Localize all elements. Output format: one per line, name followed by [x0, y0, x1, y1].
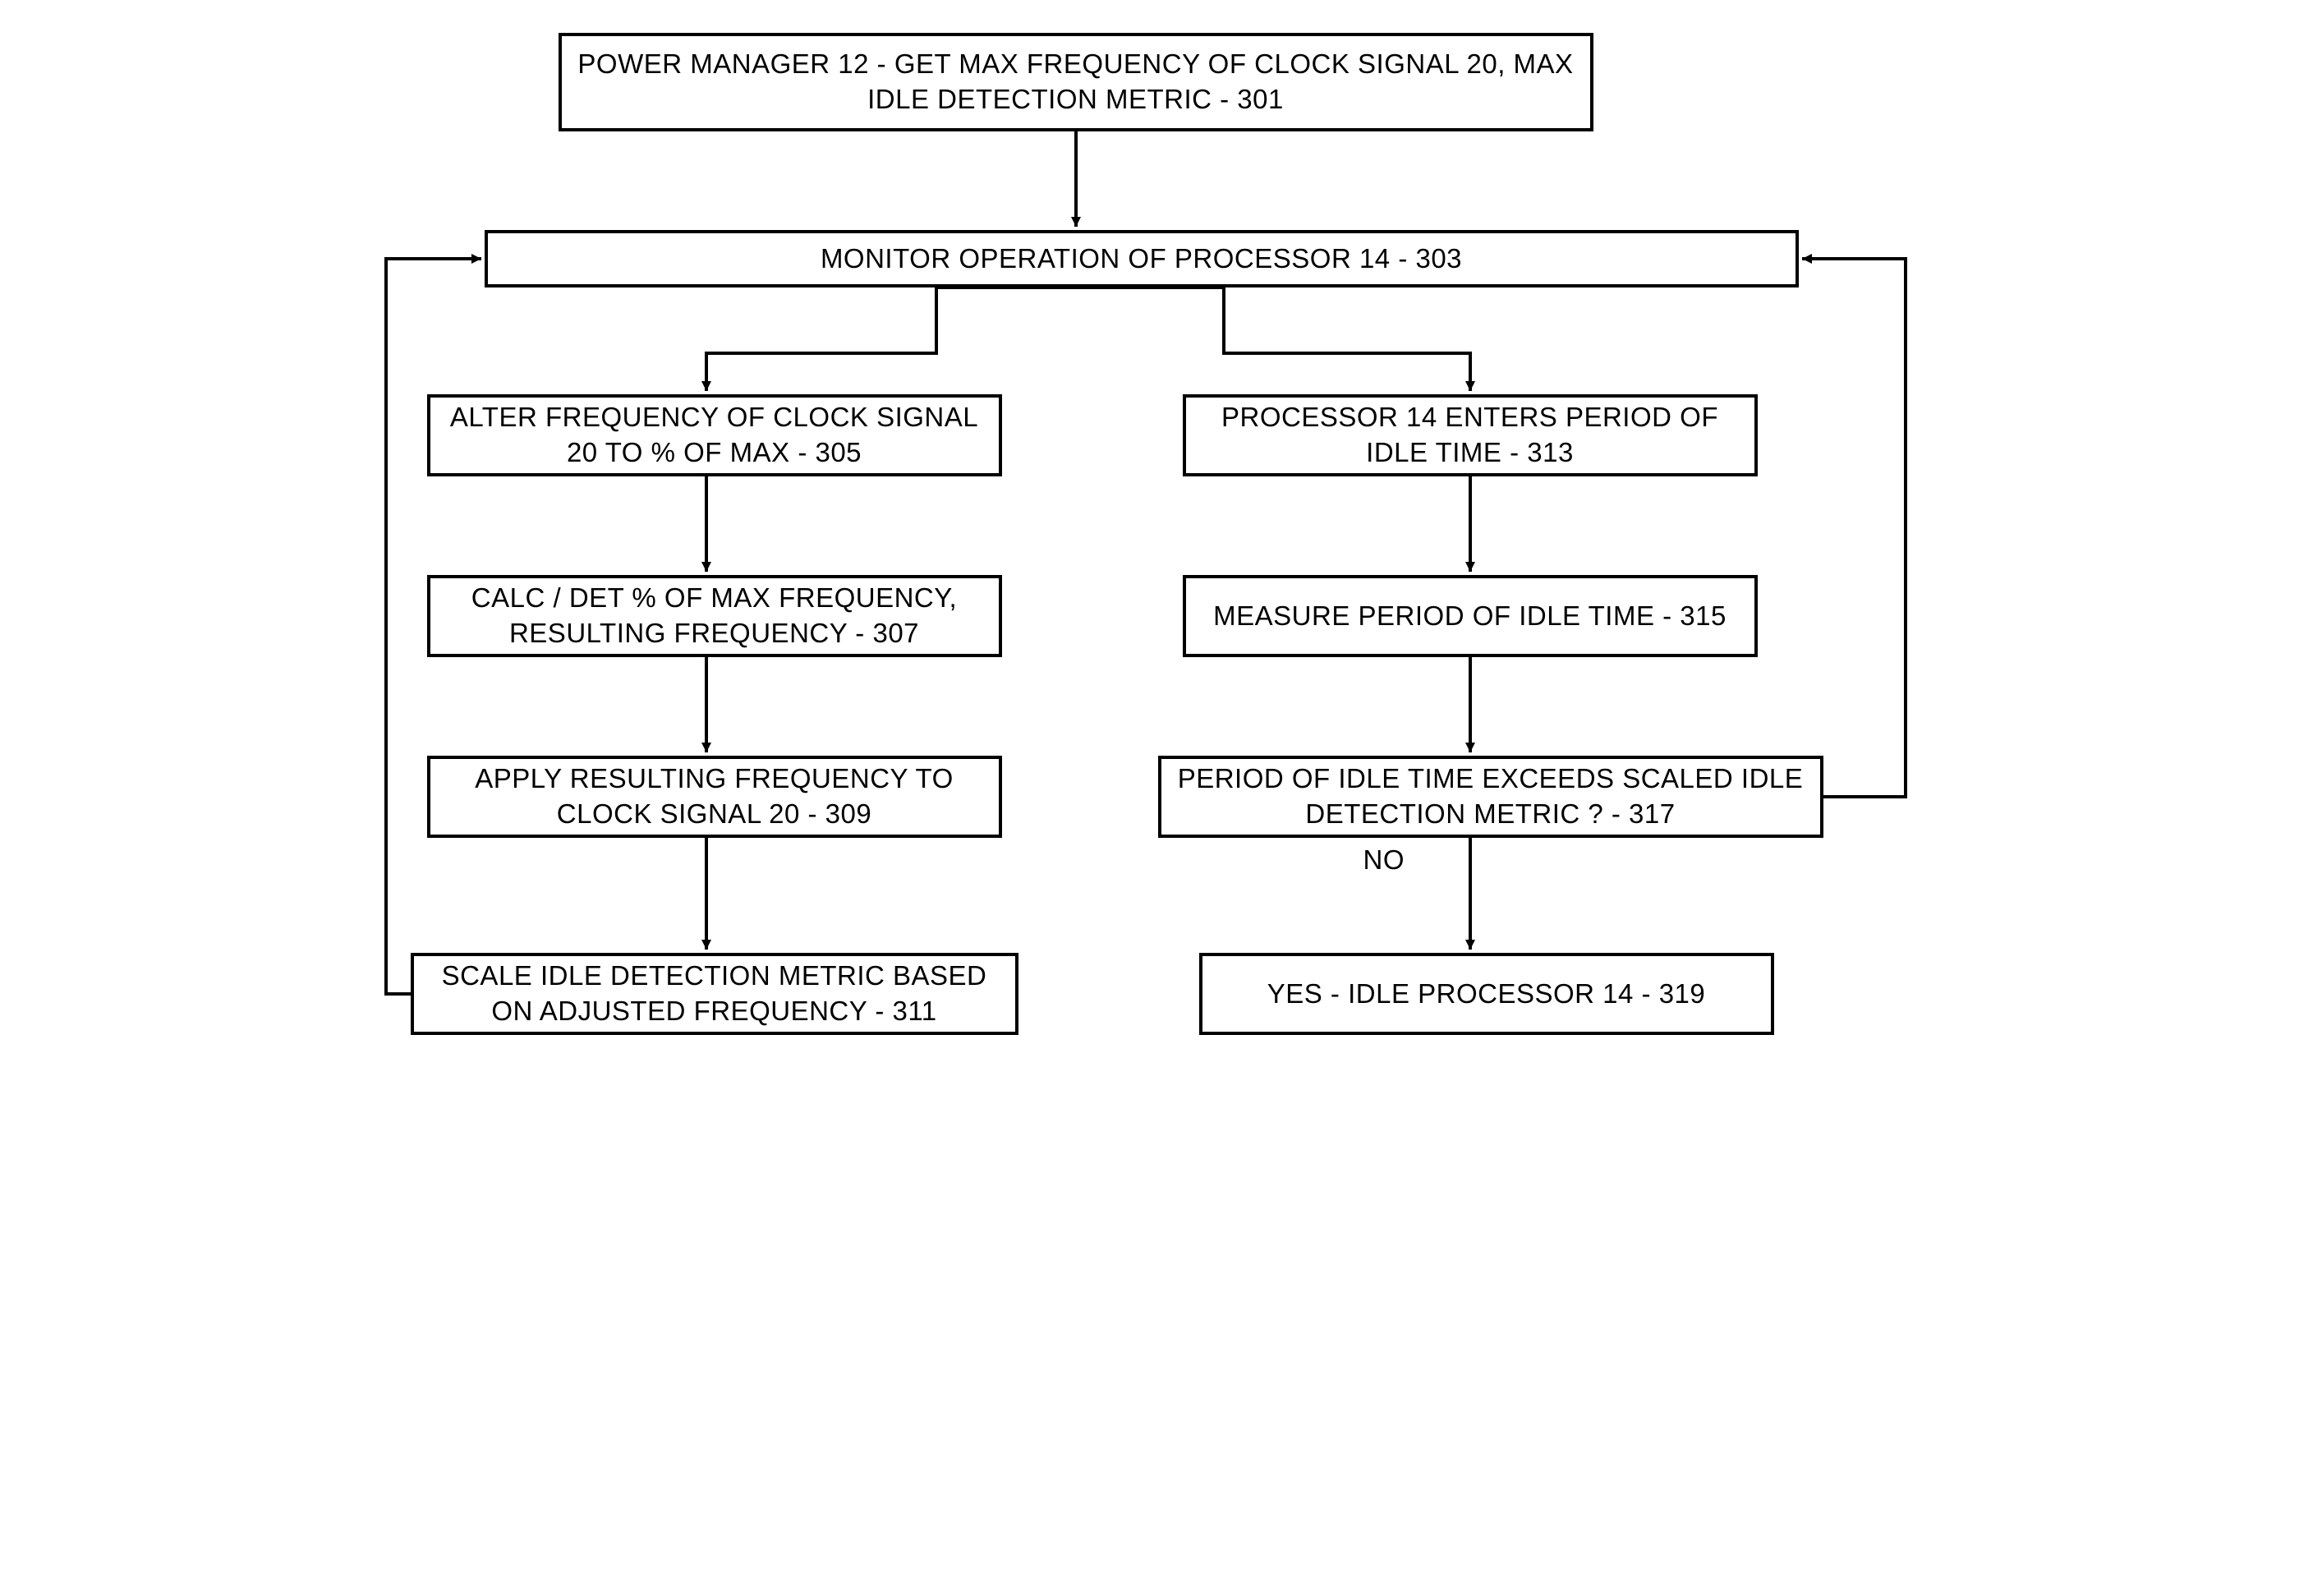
flowchart-canvas: POWER MANAGER 12 - GET MAX FREQUENCY OF …	[361, 33, 1938, 1134]
box-301: POWER MANAGER 12 - GET MAX FREQUENCY OF …	[559, 33, 1593, 131]
box-317-text: PERIOD OF IDLE TIME EXCEEDS SCALED IDLE …	[1173, 761, 1809, 832]
box-307-text: CALC / DET % OF MAX FREQUENCY, RESULTING…	[442, 581, 987, 651]
box-313-text: PROCESSOR 14 ENTERS PERIOD OF IDLE TIME …	[1198, 400, 1743, 471]
box-301-text: POWER MANAGER 12 - GET MAX FREQUENCY OF …	[573, 47, 1579, 117]
box-307: CALC / DET % OF MAX FREQUENCY, RESULTING…	[427, 575, 1002, 657]
box-303: MONITOR OPERATION OF PROCESSOR 14 - 303	[485, 230, 1799, 287]
box-313: PROCESSOR 14 ENTERS PERIOD OF IDLE TIME …	[1183, 394, 1758, 476]
box-315: MEASURE PERIOD OF IDLE TIME - 315	[1183, 575, 1758, 657]
box-315-text: MEASURE PERIOD OF IDLE TIME - 315	[1213, 599, 1727, 634]
label-no: NO	[1363, 844, 1405, 876]
label-no-text: NO	[1363, 844, 1405, 875]
box-309: APPLY RESULTING FREQUENCY TO CLOCK SIGNA…	[427, 756, 1002, 838]
box-305-text: ALTER FREQUENCY OF CLOCK SIGNAL 20 TO % …	[442, 400, 987, 471]
box-305: ALTER FREQUENCY OF CLOCK SIGNAL 20 TO % …	[427, 394, 1002, 476]
box-319: YES - IDLE PROCESSOR 14 - 319	[1199, 953, 1774, 1035]
box-317: PERIOD OF IDLE TIME EXCEEDS SCALED IDLE …	[1158, 756, 1823, 838]
box-311-text: SCALE IDLE DETECTION METRIC BASED ON ADJ…	[425, 959, 1004, 1029]
box-319-text: YES - IDLE PROCESSOR 14 - 319	[1267, 977, 1706, 1012]
box-309-text: APPLY RESULTING FREQUENCY TO CLOCK SIGNA…	[442, 761, 987, 832]
box-311: SCALE IDLE DETECTION METRIC BASED ON ADJ…	[411, 953, 1018, 1035]
box-303-text: MONITOR OPERATION OF PROCESSOR 14 - 303	[821, 241, 1462, 277]
